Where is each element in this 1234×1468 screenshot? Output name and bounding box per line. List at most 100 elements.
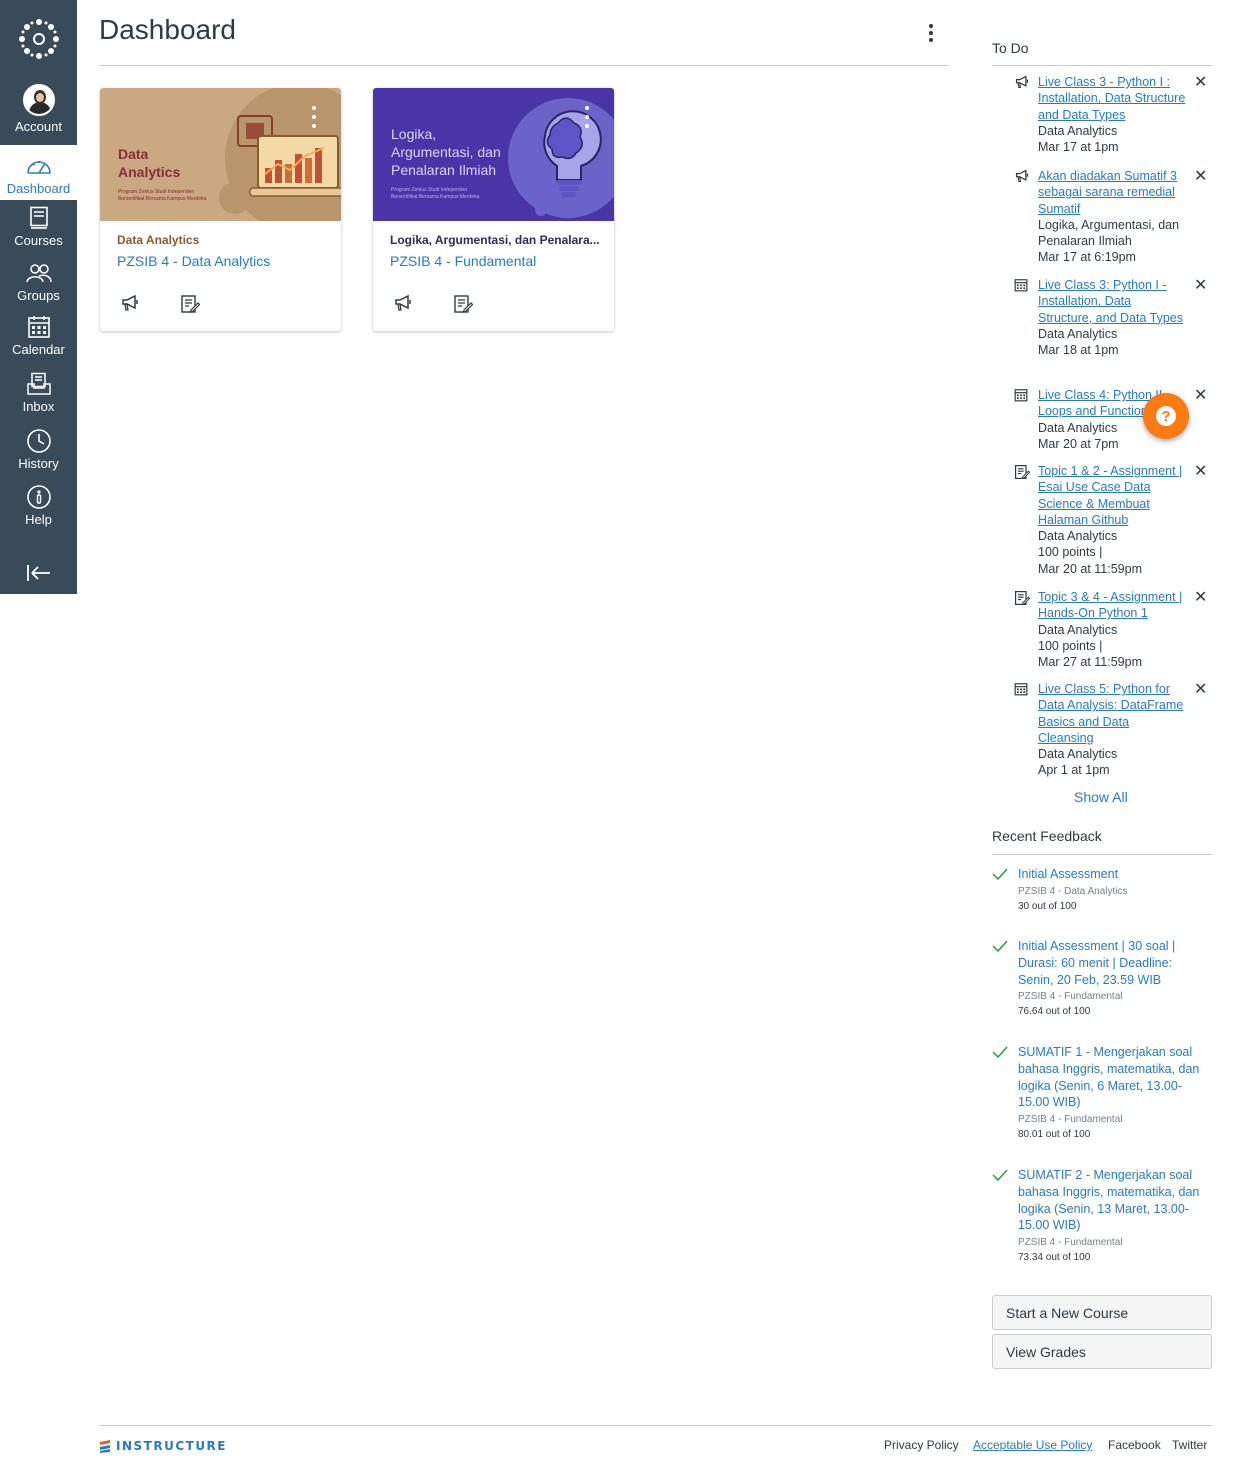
todo-item-course: Data Analytics [1038, 123, 1118, 138]
nav-help[interactable]: Help [0, 484, 77, 527]
todo-item-title-link[interactable]: Live Class 5: Python for Data Analysis: … [1038, 681, 1186, 746]
todo-item-title-link[interactable]: Topic 1 & 2 - Assignment | Esai Use Case… [1038, 463, 1186, 528]
nav-history[interactable]: History [0, 428, 77, 471]
dismiss-todo-button[interactable]: ✕ [1194, 74, 1207, 91]
checkmark-icon [992, 1168, 1008, 1186]
todo-item: Topic 3 & 4 - Assignment | Hands-On Pyth… [1014, 589, 1214, 670]
instructure-logo[interactable]: INSTRUCTURE [99, 1439, 227, 1453]
calendar-icon [1014, 278, 1030, 292]
announcements-icon[interactable] [120, 294, 140, 317]
twitter-link[interactable]: Twitter [1172, 1438, 1207, 1452]
nav-help-label: Help [25, 512, 52, 527]
nav-inbox[interactable]: Inbox [0, 371, 77, 414]
calendar-icon [1014, 682, 1030, 696]
instructure-wordmark: INSTRUCTURE [116, 1439, 227, 1453]
privacy-policy-link[interactable]: Privacy Policy [884, 1438, 959, 1452]
todo-item-course: Data Analytics [1038, 326, 1118, 341]
dismiss-todo-button[interactable]: ✕ [1194, 277, 1207, 294]
feedback-item-title-link[interactable]: Initial Assessment [1018, 866, 1202, 883]
todo-item: Topic 1 & 2 - Assignment | Esai Use Case… [1014, 463, 1214, 577]
announcements-icon[interactable] [393, 294, 413, 317]
inbox-icon [26, 371, 52, 397]
recent-feedback-divider [992, 854, 1212, 855]
card-course-link[interactable]: PZSIB 4 - Data Analytics [117, 253, 270, 269]
todo-item-date: Mar 17 at 1pm [1038, 140, 1119, 155]
dismiss-todo-button[interactable]: ✕ [1194, 463, 1207, 480]
checkmark-icon [992, 939, 1008, 957]
feedback-item-score: 30 out of 100 [1018, 900, 1077, 912]
todo-item-date: Apr 1 at 1pm [1038, 763, 1110, 778]
feedback-item-score: 73.34 out of 100 [1018, 1252, 1091, 1264]
feedback-item-title-link[interactable]: Initial Assessment | 30 soal | Durasi: 6… [1018, 938, 1202, 988]
assignment-icon [1014, 590, 1031, 606]
view-grades-button[interactable]: View Grades [992, 1334, 1212, 1369]
todo-item-title-link[interactable]: Live Class 3 - Python I : Installation, … [1038, 74, 1186, 123]
feedback-item-title-link[interactable]: SUMATIF 1 - Mengerjakan soal bahasa Ingg… [1018, 1044, 1202, 1111]
course-card[interactable]: Logika, Argumentasi, dan Penalaran Ilmia… [373, 88, 614, 331]
todo-item-course: Logika, Argumentasi, dan Penalaran Ilmia… [1038, 217, 1180, 249]
nav-groups[interactable]: Groups [0, 260, 77, 303]
feedback-item: Initial Assessment | 30 soal | Durasi: 6… [992, 938, 1202, 1020]
feedback-item-score: 80.01 out of 100 [1018, 1129, 1091, 1141]
collapse-arrow-icon [26, 560, 52, 586]
course-card-hero[interactable]: Data Analytics Program Zenius Studi Inde… [100, 88, 341, 221]
todo-heading: To Do [992, 40, 1029, 56]
nav-dashboard[interactable]: Dashboard [0, 145, 77, 200]
todo-item: Live Class 3: Python I - Installation, D… [1014, 277, 1214, 358]
course-card[interactable]: Data Analytics Program Zenius Studi Inde… [100, 88, 341, 331]
card-subtitle[interactable]: Data Analytics [117, 233, 327, 247]
collapse-nav-button[interactable] [0, 560, 77, 588]
todo-item-course: Data Analytics [1038, 529, 1118, 544]
feedback-item-course: PZSIB 4 - Fundamental [1018, 991, 1123, 1003]
dashboard-icon [26, 153, 52, 179]
avatar [22, 84, 55, 116]
todo-item: Akan diadakan Sumatif 3 sebagai sarana r… [1014, 168, 1214, 266]
card-hero-title-line-2: Analytics [118, 164, 181, 180]
show-all-link[interactable]: Show All [1074, 789, 1128, 805]
checkmark-icon [992, 1045, 1008, 1063]
help-fab-button[interactable]: ? [1143, 393, 1189, 439]
todo-item: Live Class 3 - Python I : Installation, … [1014, 74, 1214, 155]
card-hero-title-line-1: Data [118, 146, 149, 162]
card-hero-title-line-1: Logika, [391, 126, 437, 142]
nav-account[interactable]: Account [0, 84, 77, 144]
question-icon: ? [1156, 406, 1176, 426]
canvas-logo-icon[interactable] [0, 0, 77, 78]
dismiss-todo-button[interactable]: ✕ [1194, 387, 1207, 404]
todo-item-title-link[interactable]: Topic 3 & 4 - Assignment | Hands-On Pyth… [1038, 589, 1186, 622]
card-options-button[interactable] [311, 106, 317, 128]
feedback-item-score: 76.64 out of 100 [1018, 1006, 1091, 1018]
dashboard-options-button[interactable] [922, 22, 940, 44]
page-title: Dashboard [99, 14, 236, 45]
acceptable-use-policy-link[interactable]: Acceptable Use Policy [973, 1438, 1092, 1452]
nav-courses[interactable]: Courses [0, 205, 77, 248]
assignments-icon[interactable] [180, 294, 201, 319]
assignments-icon[interactable] [453, 294, 474, 319]
todo-item-date: Mar 18 at 1pm [1038, 343, 1119, 358]
start-new-course-button[interactable]: Start a New Course [992, 1295, 1212, 1330]
recent-feedback-heading: Recent Feedback [992, 828, 1102, 844]
dismiss-todo-button[interactable]: ✕ [1194, 168, 1207, 185]
card-hero-title-line-3: Penalaran Ilmiah [391, 162, 497, 178]
feedback-item-course: PZSIB 4 - Fundamental [1018, 1237, 1123, 1249]
title-divider [99, 65, 949, 66]
todo-item-title-link[interactable]: Akan diadakan Sumatif 3 sebagai sarana r… [1038, 168, 1186, 217]
feedback-item-title-link[interactable]: SUMATIF 2 - Mengerjakan soal bahasa Ingg… [1018, 1167, 1202, 1234]
course-card-hero[interactable]: Logika, Argumentasi, dan Penalaran Ilmia… [373, 88, 614, 221]
nav-history-label: History [18, 456, 59, 471]
card-course-link[interactable]: PZSIB 4 - Fundamental [390, 253, 536, 269]
card-options-button[interactable] [584, 106, 590, 128]
nav-calendar[interactable]: Calendar [0, 314, 77, 357]
todo-item-title-link[interactable]: Live Class 3: Python I - Installation, D… [1038, 277, 1186, 326]
todo-item-date: Mar 27 at 11:59pm [1038, 655, 1142, 670]
card-hero-small-1: Program Zenius Studi Independen [118, 189, 195, 195]
card-hero-title-line-2: Argumentasi, dan [391, 144, 501, 160]
footer-divider [99, 1425, 1212, 1426]
card-subtitle[interactable]: Logika, Argumentasi, dan Penalara... [390, 233, 600, 247]
dismiss-todo-button[interactable]: ✕ [1194, 589, 1207, 606]
todo-item-course: Data Analytics [1038, 747, 1118, 762]
facebook-link[interactable]: Facebook [1108, 1438, 1161, 1452]
nav-account-label: Account [15, 119, 62, 134]
dismiss-todo-button[interactable]: ✕ [1194, 681, 1207, 698]
nav-inbox-label: Inbox [22, 399, 55, 414]
